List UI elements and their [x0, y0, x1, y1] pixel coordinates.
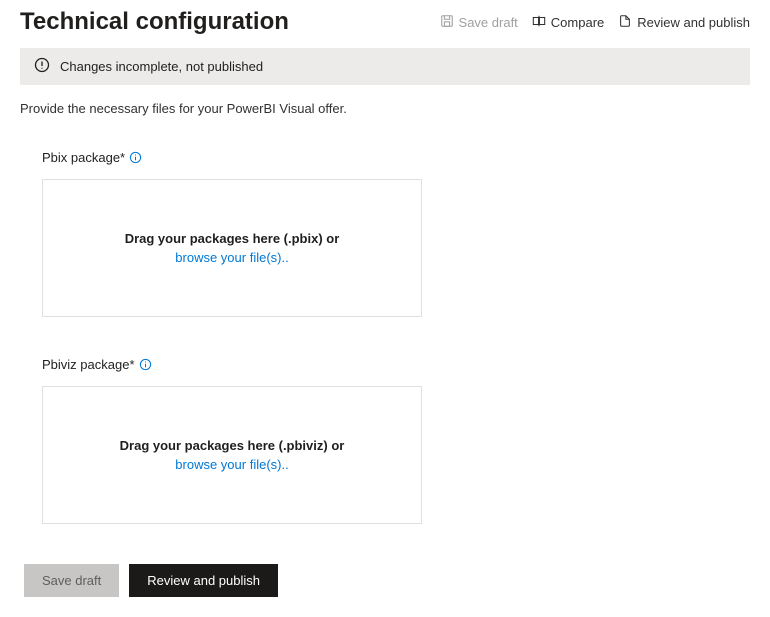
save-draft-action: Save draft [440, 14, 518, 31]
pbix-dropzone[interactable]: Drag your packages here (.pbix) or brows… [42, 179, 422, 317]
info-icon[interactable] [139, 358, 152, 371]
status-message: Changes incomplete, not published [60, 59, 263, 74]
review-publish-label: Review and publish [637, 15, 750, 30]
compare-icon [532, 14, 546, 31]
status-bar: Changes incomplete, not published [20, 48, 750, 85]
compare-action[interactable]: Compare [532, 14, 604, 31]
header-actions: Save draft Compare Review and publish [440, 14, 750, 31]
pbix-label: Pbix package* [42, 150, 125, 165]
save-draft-label: Save draft [459, 15, 518, 30]
pbix-section: Pbix package* Drag your packages here (.… [42, 150, 750, 317]
page-header: Technical configuration Save draft Compa [20, 8, 750, 36]
page-title: Technical configuration [20, 8, 289, 36]
info-icon[interactable] [129, 151, 142, 164]
save-icon [440, 14, 454, 31]
pbiviz-label: Pbiviz package* [42, 357, 135, 372]
info-status-icon [34, 57, 50, 76]
pbiviz-drag-text: Drag your packages here (.pbiviz) or [120, 438, 345, 453]
pbiviz-section: Pbiviz package* Drag your packages here … [42, 357, 750, 524]
pbix-label-row: Pbix package* [42, 150, 750, 165]
pbiviz-browse-link[interactable]: browse your file(s).. [175, 457, 288, 472]
page-description: Provide the necessary files for your Pow… [20, 101, 750, 116]
footer-actions: Save draft Review and publish [24, 564, 750, 597]
review-publish-action[interactable]: Review and publish [618, 14, 750, 31]
save-draft-button: Save draft [24, 564, 119, 597]
review-publish-button[interactable]: Review and publish [129, 564, 278, 597]
pbiviz-label-row: Pbiviz package* [42, 357, 750, 372]
pbix-browse-link[interactable]: browse your file(s).. [175, 250, 288, 265]
pbix-drag-text: Drag your packages here (.pbix) or [125, 231, 340, 246]
compare-label: Compare [551, 15, 604, 30]
pbiviz-dropzone[interactable]: Drag your packages here (.pbiviz) or bro… [42, 386, 422, 524]
publish-icon [618, 14, 632, 31]
